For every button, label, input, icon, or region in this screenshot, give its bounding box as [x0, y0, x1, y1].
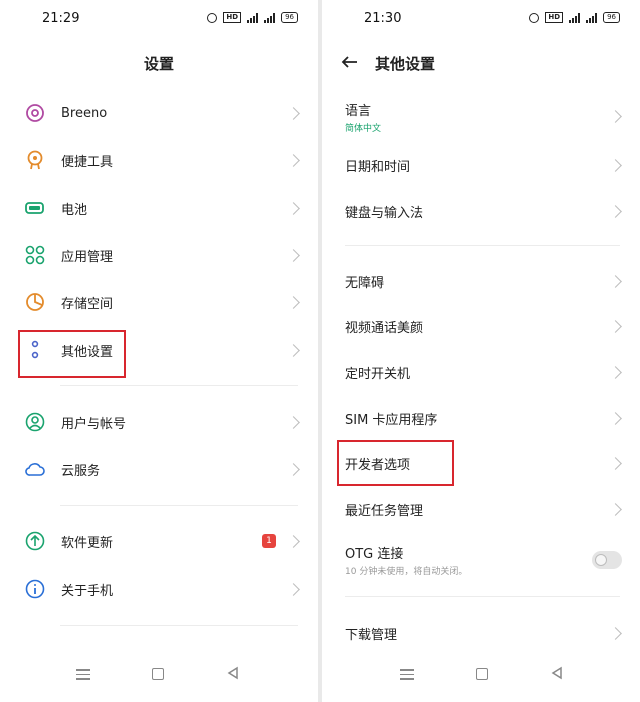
highlight-box [18, 330, 126, 378]
menu-icon[interactable] [400, 669, 414, 680]
settings-item-downloads[interactable]: 下载管理 [322, 611, 640, 655]
settings-item-cloud[interactable]: 云服务 [0, 447, 318, 491]
back-arrow-icon[interactable] [340, 52, 360, 72]
signal-icon [569, 12, 581, 23]
navigation-bar [0, 652, 318, 702]
tools-icon [27, 150, 43, 170]
settings-item-otg: OTG 连接 10 分钟未使用，将自动关闭。 [322, 536, 640, 584]
storage-icon [26, 293, 44, 311]
signal-icon [264, 12, 276, 23]
settings-item-battery[interactable]: 电池 [0, 186, 318, 230]
status-time: 21:30 [364, 11, 402, 26]
chevron-right-icon [609, 365, 622, 379]
highlight-box [337, 440, 454, 486]
settings-item-sim-toolkit[interactable]: SIM 卡应用程序 [322, 396, 640, 440]
chevron-right-icon [287, 153, 300, 167]
language-value: 简体中文 [345, 124, 382, 134]
divider [60, 385, 298, 386]
home-icon[interactable] [476, 668, 488, 680]
otg-toggle[interactable] [592, 551, 622, 569]
chevron-right-icon [287, 534, 300, 548]
chevron-right-icon [287, 248, 300, 262]
divider [345, 596, 620, 597]
chevron-right-icon [609, 411, 622, 425]
toggle-knob [595, 554, 607, 566]
divider [60, 625, 298, 626]
battery-status-icon: 96 [603, 12, 620, 23]
settings-item-video-beauty[interactable]: 视频通话美颜 [322, 304, 640, 348]
navigation-bar [322, 652, 640, 702]
settings-item-about-phone[interactable]: 关于手机 [0, 567, 318, 611]
alarm-icon [529, 12, 540, 23]
info-icon [25, 579, 45, 599]
page-title: 其他设置 [375, 55, 436, 73]
chevron-right-icon [287, 415, 300, 429]
page-title: 设置 [143, 55, 174, 73]
back-triangle-icon[interactable] [226, 666, 240, 680]
breeno-icon [26, 104, 44, 122]
settings-item-accessibility[interactable]: 无障碍 [322, 259, 640, 303]
chevron-right-icon [287, 343, 300, 357]
back-triangle-icon[interactable] [550, 666, 564, 680]
settings-item-keyboard[interactable]: 键盘与输入法 [322, 189, 640, 233]
other-settings-screen: 21:30 HD 96 其他设置 语言 简体中文 日期和时间 键盘与输入法 无障… [322, 0, 640, 702]
settings-item-accounts[interactable]: 用户与帐号 [0, 400, 318, 444]
status-bar: 21:30 HD 96 [322, 0, 640, 36]
settings-item-storage[interactable]: 存储空间 [0, 280, 318, 324]
settings-item-language[interactable]: 语言 简体中文 [322, 92, 640, 140]
notification-badge: 1 [262, 534, 276, 548]
settings-item-apps[interactable]: 应用管理 [0, 233, 318, 277]
chevron-right-icon [609, 456, 622, 470]
hd-icon: HD [223, 12, 242, 23]
settings-item-recent-tasks[interactable]: 最近任务管理 [322, 487, 640, 531]
settings-item-breeno[interactable]: Breeno [0, 91, 318, 135]
chevron-right-icon [609, 274, 622, 288]
settings-item-software-update[interactable]: 软件更新 1 [0, 519, 318, 563]
settings-item-scheduled-power[interactable]: 定时开关机 [322, 350, 640, 394]
divider [60, 505, 298, 506]
settings-screen: 21:29 HD 96 设置 Breeno 便捷工具 电池 应用管理 存储空间 … [0, 0, 318, 702]
otg-hint: 10 分钟未使用，将自动关闭。 [345, 567, 468, 577]
chevron-right-icon [287, 295, 300, 309]
menu-icon[interactable] [76, 669, 90, 680]
signal-icon [586, 12, 598, 23]
chevron-right-icon [287, 201, 300, 215]
chevron-right-icon [609, 502, 622, 516]
cloud-icon [25, 463, 45, 476]
hd-icon: HD [545, 12, 564, 23]
chevron-right-icon [609, 626, 622, 640]
status-bar: 21:29 HD 96 [0, 0, 318, 36]
alarm-icon [207, 12, 218, 23]
chevron-right-icon [609, 158, 622, 172]
battery-status-icon: 96 [281, 12, 298, 23]
chevron-right-icon [287, 106, 300, 120]
chevron-right-icon [609, 109, 622, 123]
battery-icon [25, 202, 44, 214]
chevron-right-icon [287, 462, 300, 476]
chevron-right-icon [287, 582, 300, 596]
status-time: 21:29 [42, 11, 80, 26]
home-icon[interactable] [152, 668, 164, 680]
apps-icon [25, 245, 45, 265]
update-icon [25, 531, 45, 551]
settings-item-date-time[interactable]: 日期和时间 [322, 143, 640, 187]
signal-icon [247, 12, 259, 23]
chevron-right-icon [609, 204, 622, 218]
account-icon [25, 412, 45, 432]
divider [345, 245, 620, 246]
chevron-right-icon [609, 319, 622, 333]
settings-item-tools[interactable]: 便捷工具 [0, 138, 318, 182]
